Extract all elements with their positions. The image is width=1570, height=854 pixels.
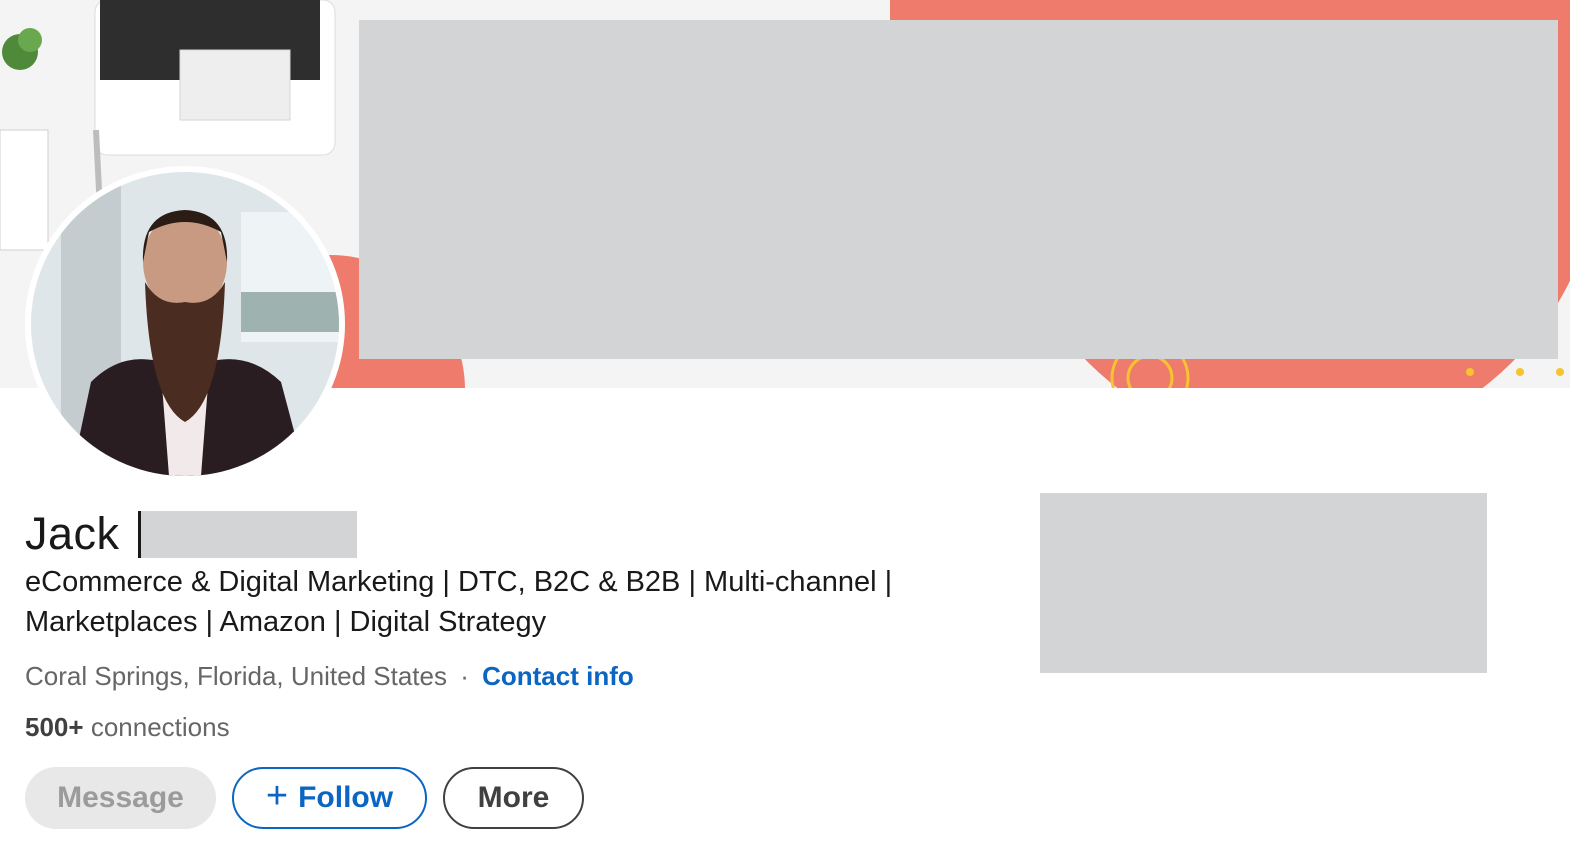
connections-label: connections xyxy=(90,712,230,742)
more-button-label: More xyxy=(477,781,550,814)
location-text: Coral Springs, Florida, United States xyxy=(25,661,447,691)
message-button-label: Message xyxy=(57,781,184,814)
follow-button[interactable]: + Follow xyxy=(232,767,427,829)
message-button[interactable]: Message xyxy=(25,767,216,829)
connections-count: 500+ xyxy=(25,712,84,742)
redacted-sidebar-block xyxy=(1040,493,1487,673)
contact-info-link[interactable]: Contact info xyxy=(482,661,634,691)
connections-row[interactable]: 500+ connections xyxy=(25,708,230,746)
avatar-icon xyxy=(31,172,339,476)
name-row: Jack xyxy=(25,506,357,562)
plus-icon: + xyxy=(265,775,289,817)
redacted-banner-block xyxy=(359,20,1558,359)
profile-headline: eCommerce & Digital Marketing | DTC, B2C… xyxy=(25,566,893,638)
location-row: Coral Springs, Florida, United States · … xyxy=(25,657,634,695)
separator-dot: · xyxy=(460,661,469,691)
follow-button-label: Follow xyxy=(298,781,394,814)
profile-photo[interactable] xyxy=(25,166,345,482)
redacted-last-name xyxy=(137,510,357,558)
more-button[interactable]: More xyxy=(443,767,584,829)
profile-name: Jack xyxy=(25,508,120,559)
